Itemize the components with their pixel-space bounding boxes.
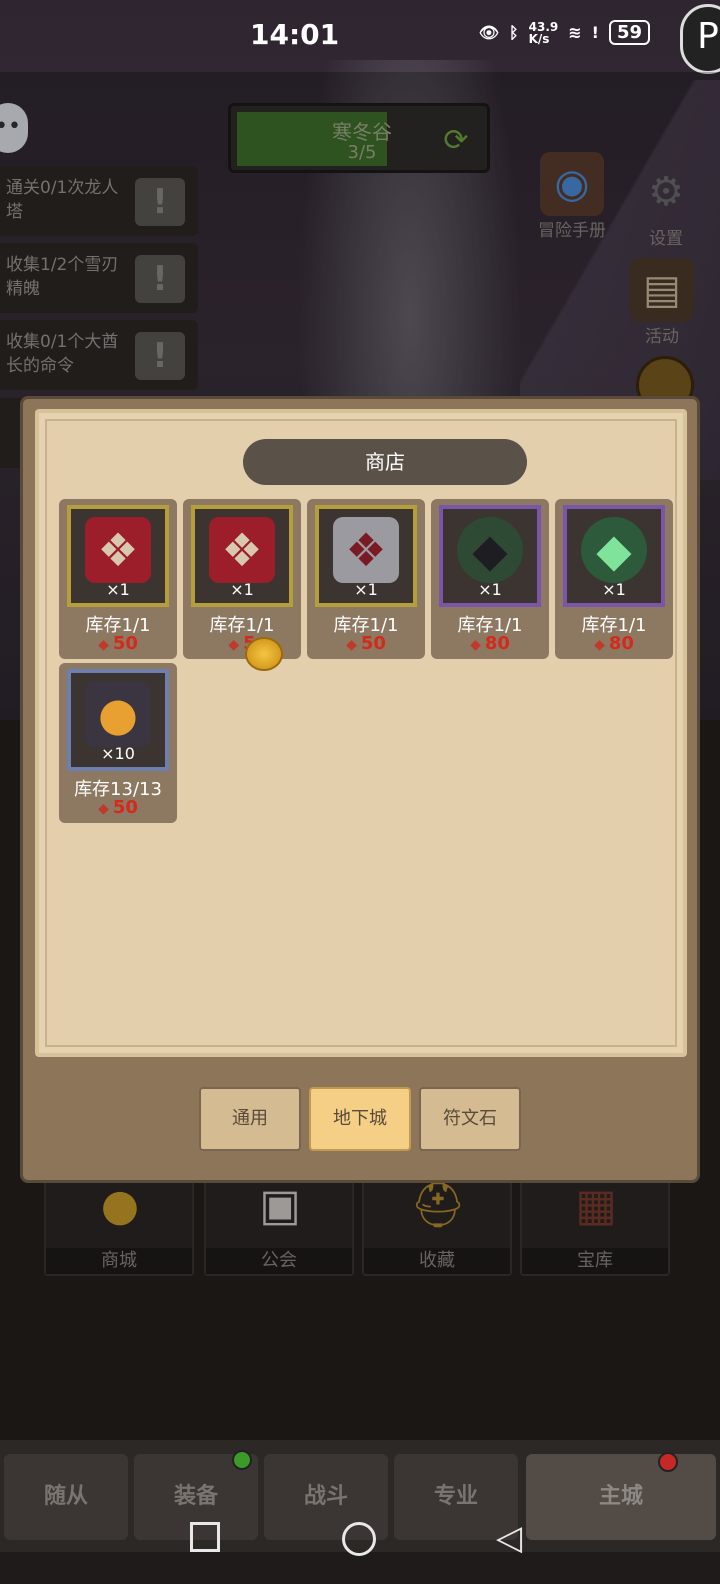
item-price: ◆ 50	[98, 633, 138, 654]
tab-dungeon[interactable]: 地下城	[309, 1087, 411, 1151]
red-book-icon: ❖	[209, 517, 275, 583]
status-bar: 14:01 👁 ᛒ 43.9 K/s ≋ ! 59 P	[0, 0, 720, 74]
item-price: ◆ 50	[98, 797, 138, 818]
shop-item[interactable]: ● ×10 库存13/13 ◆ 50	[59, 663, 177, 823]
item-quantity: ×1	[478, 580, 502, 599]
equipment-notification-dot	[232, 1450, 252, 1470]
status-time: 14:01	[250, 18, 340, 51]
bluetooth-icon: ᛒ	[509, 23, 519, 42]
shop-item[interactable]: ◆ ×1 库存1/1 ◆ 80	[431, 499, 549, 659]
shop-paper: 商店 ❖ ×1 库存1/1 ◆50 ❖ ×1 库存1/1 ◆5	[35, 409, 687, 1057]
recent-apps-icon[interactable]	[190, 1522, 220, 1552]
main-city-alert-dot	[658, 1452, 678, 1472]
tab-general[interactable]: 通用	[199, 1087, 301, 1151]
gem-icon: ◆	[594, 637, 605, 653]
tab-runestone[interactable]: 符文石	[419, 1087, 521, 1151]
shop-item[interactable]: ❖ ×1 库存1/1 ◆ 50	[59, 499, 177, 659]
red-book-icon: ❖	[85, 517, 151, 583]
shop-item[interactable]: ◆ ×1 库存1/1 ◆ 80	[555, 499, 673, 659]
item-quantity: ×1	[106, 580, 130, 599]
gem-icon: ◆	[98, 637, 109, 653]
item-quantity: ×10	[101, 744, 135, 763]
status-icons: 👁 ᛒ 43.9 K/s ≋ ! 59	[479, 20, 650, 45]
green-dragon-icon: ◆	[581, 517, 647, 583]
gold-coin-icon	[245, 637, 283, 671]
gem-icon: ◆	[98, 801, 109, 817]
item-frame: ❖ ×1	[315, 505, 417, 607]
item-frame: ❖ ×1	[67, 505, 169, 607]
item-frame: ◆ ×1	[563, 505, 665, 607]
item-price: ◆ 80	[470, 633, 510, 654]
back-icon[interactable]: ◁	[496, 1518, 522, 1558]
shop-modal: 商店 ❖ ×1 库存1/1 ◆50 ❖ ×1 库存1/1 ◆5	[20, 396, 700, 1183]
item-frame: ● ×10	[67, 669, 169, 771]
item-quantity: ×1	[602, 580, 626, 599]
dark-dragon-icon: ◆	[457, 517, 523, 583]
wifi-icon: ≋	[568, 23, 582, 42]
item-price: ◆ 50	[346, 633, 386, 654]
eye-icon: 👁	[478, 23, 500, 42]
floating-app-icon[interactable]: P	[680, 4, 720, 74]
item-quantity: ×1	[230, 580, 254, 599]
shop-paper-inner: 商店 ❖ ×1 库存1/1 ◆50 ❖ ×1 库存1/1 ◆5	[45, 419, 677, 1047]
item-frame: ❖ ×1	[191, 505, 293, 607]
system-navigation: ◁	[0, 1510, 720, 1584]
battery-level: 59	[608, 20, 650, 45]
gem-icon: ◆	[470, 637, 481, 653]
item-quantity: ×1	[354, 580, 378, 599]
item-price: ◆ 80	[594, 633, 634, 654]
shop-item[interactable]: ❖ ×1 库存1/1 ◆ 50	[307, 499, 425, 659]
game-screen: 14:01 👁 ᛒ 43.9 K/s ≋ ! 59 P •• 寒冬谷 3/5 ⟳…	[0, 0, 720, 1584]
silver-book-icon: ❖	[333, 517, 399, 583]
dark-stone-icon: ●	[85, 681, 151, 747]
net-speed: 43.9 K/s	[528, 19, 559, 46]
gem-icon: ◆	[346, 637, 357, 653]
item-frame: ◆ ×1	[439, 505, 541, 607]
shop-item[interactable]: ❖ ×1 库存1/1 ◆5	[183, 499, 301, 659]
item-price: ◆5	[183, 633, 301, 654]
alert-icon: !	[591, 23, 599, 42]
gem-icon: ◆	[228, 637, 240, 653]
shop-tabs: 通用 地下城 符文石	[199, 1087, 521, 1151]
home-icon[interactable]	[342, 1522, 376, 1556]
shop-title: 商店	[243, 439, 527, 485]
